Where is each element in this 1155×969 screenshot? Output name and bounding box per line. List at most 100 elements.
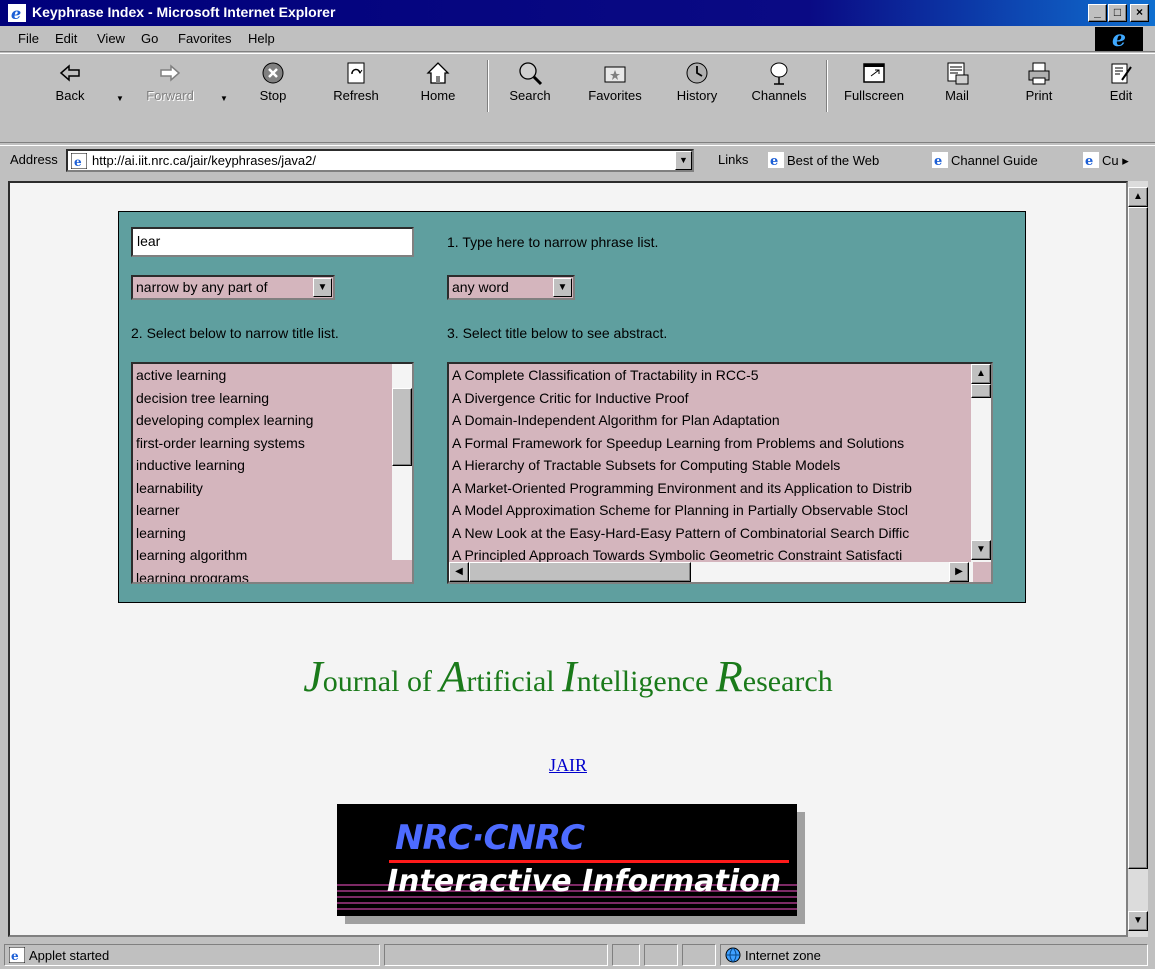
list-item[interactable]: A Model Approximation Scheme for Plannin… [449,499,991,522]
ie-throbber-icon: e [1095,27,1143,51]
back-arrow-icon [59,64,80,82]
list-item[interactable]: A Domain-Independent Algorithm for Plan … [449,409,991,432]
list-item[interactable]: first-order learning systems [133,432,412,455]
list-item[interactable]: A Complete Classification of Tractabilit… [449,364,991,387]
journal-word: esearch [742,665,833,698]
list-item[interactable]: active learning [133,364,412,387]
list-item[interactable]: learning [133,522,412,545]
menu-file[interactable]: File [18,31,39,46]
ie-logo-icon: e [8,4,26,22]
address-input[interactable]: e http://ai.iit.nrc.ca/jair/keyphrases/j… [66,149,694,172]
journal-word: rtificial [466,665,563,698]
menu-view[interactable]: View [97,31,125,46]
window-title: Keyphrase Index - Microsoft Internet Exp… [32,4,336,20]
refresh-button[interactable]: Refresh [326,56,386,114]
search-button[interactable]: Search [500,56,560,114]
menu-favorites[interactable]: Favorites [178,31,231,46]
link-channel-guide[interactable]: e Channel Guide [932,152,1038,168]
home-button[interactable]: Home [412,56,464,114]
page-viewport: lear 1. Type here to narrow phrase list.… [8,181,1128,937]
scroll-down-icon[interactable]: ▼ [1128,911,1148,931]
fullscreen-icon [863,63,885,83]
scrollbar-thumb[interactable] [1128,207,1148,869]
mail-label: Mail [945,88,969,103]
scrollbar-thumb[interactable] [469,562,691,582]
scrollbar-thumb[interactable] [392,388,412,466]
fullscreen-button[interactable]: Fullscreen [834,56,914,114]
scroll-up-icon[interactable]: ▲ [971,364,991,384]
mail-button[interactable]: Mail [932,56,982,114]
chevron-down-icon[interactable]: ▼ [553,278,572,297]
printer-icon [1028,62,1050,85]
forward-dropdown-icon[interactable]: ▼ [220,94,228,103]
print-button[interactable]: Print [1014,56,1064,114]
back-dropdown-icon[interactable]: ▼ [116,94,124,103]
link-customize[interactable]: e Cu ▸ [1083,152,1129,169]
maximize-button[interactable]: □ [1108,4,1127,22]
narrow-mode-select[interactable]: narrow by any part of ▼ [131,275,335,300]
link-best-of-the-web[interactable]: e Best of the Web [768,152,879,168]
history-label: History [676,88,718,103]
chevron-down-icon[interactable]: ▼ [313,278,332,297]
edit-button[interactable]: Edit [1098,56,1144,114]
forward-button[interactable]: Forward [138,56,202,114]
phrase-search-input[interactable]: lear [131,227,414,257]
keyphrase-applet: lear 1. Type here to narrow phrase list.… [118,211,1026,603]
menu-help[interactable]: Help [248,31,275,46]
list-item[interactable]: developing complex learning [133,409,412,432]
scroll-left-icon[interactable]: ◀ [449,562,469,582]
favorites-button[interactable]: Favorites [580,56,650,114]
phrase-list-scrollbar[interactable] [392,364,412,560]
title-list[interactable]: A Complete Classification of Tractabilit… [447,362,993,584]
list-item[interactable]: A New Look at the Easy-Hard-Easy Pattern… [449,522,991,545]
links-label[interactable]: Links [718,152,748,167]
list-item[interactable]: A Formal Framework for Speedup Learning … [449,432,991,455]
stop-button[interactable]: Stop [248,56,298,114]
list-item[interactable]: inductive learning [133,454,412,477]
forward-arrow-icon [160,64,181,82]
journal-initial: R [715,652,743,701]
back-button[interactable]: Back [44,56,96,114]
list-item[interactable]: learnability [133,477,412,500]
title-list-hscrollbar[interactable]: ◀ ▶ [449,562,973,582]
menu-go[interactable]: Go [141,31,158,46]
scroll-up-icon[interactable]: ▲ [1128,187,1148,207]
address-bar: Address e http://ai.iit.nrc.ca/jair/keyp… [0,145,1155,175]
scrollbar-thumb[interactable] [971,384,991,398]
minimize-button[interactable]: _ [1088,4,1107,22]
refresh-icon [347,62,365,84]
refresh-label: Refresh [333,88,379,103]
list-item[interactable]: A Market-Oriented Programming Environmen… [449,477,991,500]
word-mode-select[interactable]: any word ▼ [447,275,575,300]
hint-step-3: 3. Select title below to see abstract. [447,325,668,341]
close-button[interactable]: × [1130,4,1149,22]
menu-edit[interactable]: Edit [55,31,77,46]
print-label: Print [1025,88,1053,103]
svg-text:e: e [770,154,778,168]
jair-link[interactable]: JAIR [10,755,1126,776]
svg-text:e: e [934,154,942,168]
banner-stripe [337,902,797,904]
list-item[interactable]: A Hierarchy of Tractable Subsets for Com… [449,454,991,477]
menu-bar: File Edit View Go Favorites Help e [0,26,1155,52]
list-item[interactable]: learner [133,499,412,522]
list-item[interactable]: learning programs [133,567,412,583]
list-item[interactable]: decision tree learning [133,387,412,410]
phrase-list[interactable]: active learning decision tree learning d… [131,362,414,584]
favorites-folder-icon [604,66,626,83]
list-item[interactable]: learning algorithm [133,544,412,567]
address-dropdown-icon[interactable]: ▼ [675,151,692,170]
channels-button[interactable]: Channels [744,56,814,114]
narrow-mode-value: narrow by any part of [136,279,268,295]
word-mode-value: any word [452,279,509,295]
status-bar: e Applet started Internet zone [0,941,1155,969]
channels-label: Channels [751,88,807,103]
scroll-right-icon[interactable]: ▶ [949,562,969,582]
page-vscrollbar[interactable]: ▲ ▼ [1128,181,1148,937]
list-item[interactable]: A Divergence Critic for Inductive Proof [449,387,991,410]
title-list-vscrollbar[interactable]: ▲ ▼ [971,364,991,562]
nrc-banner-image[interactable]: NRC·CNRC Interactive Information [337,804,797,916]
history-button[interactable]: History [668,56,726,114]
scroll-down-icon[interactable]: ▼ [971,540,991,560]
hint-step-2: 2. Select below to narrow title list. [131,325,339,341]
